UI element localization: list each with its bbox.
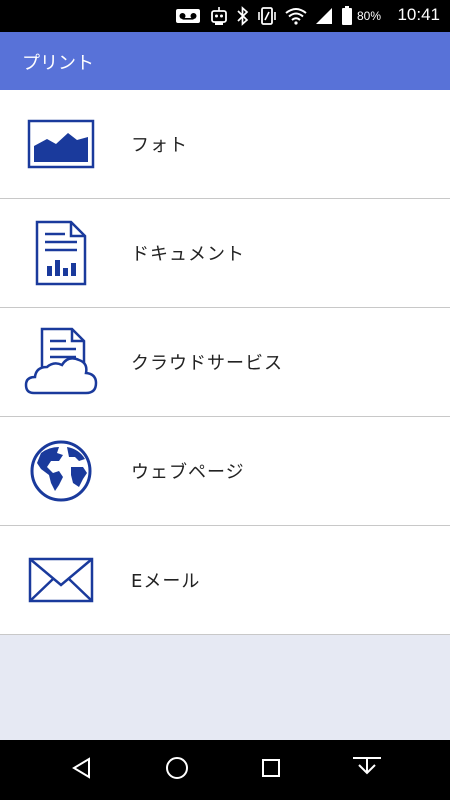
menu-item-label: フォト [131, 135, 188, 156]
app-bar: プリント [0, 32, 450, 90]
menu-item-cloud-service[interactable]: クラウドサービス [0, 308, 450, 417]
home-icon [165, 756, 189, 784]
bluetooth-icon [237, 6, 249, 26]
recents-icon [261, 758, 281, 782]
vibrate-icon [257, 6, 277, 26]
wifi-icon [285, 7, 307, 25]
photo-icon [24, 108, 98, 180]
menu-item-label: Eメール [131, 571, 201, 592]
document-icon [24, 217, 98, 289]
cloud-service-icon [24, 326, 98, 398]
globe-icon [24, 435, 98, 507]
print-menu-list: フォト ドキュメント クラウドサービス ウェブページ Eメール [0, 90, 450, 635]
battery-icon [341, 6, 353, 26]
page-title: プリント [22, 53, 94, 74]
email-icon [24, 544, 98, 616]
clock: 10:41 [397, 5, 440, 24]
voicemail-icon [175, 7, 201, 25]
menu-item-document[interactable]: ドキュメント [0, 199, 450, 308]
status-bar: 80% 10:41 [0, 0, 450, 32]
navigation-bar [0, 740, 450, 800]
back-icon [71, 757, 93, 783]
menu-item-label: ドキュメント [131, 244, 245, 265]
robot-icon [209, 6, 229, 26]
back-button[interactable] [66, 754, 98, 786]
signal-icon [315, 7, 333, 25]
menu-item-email[interactable]: Eメール [0, 526, 450, 635]
status-icons: 80% [175, 4, 381, 28]
menu-item-label: クラウドサービス [131, 353, 283, 374]
hide-keyboard-icon [351, 755, 383, 785]
menu-item-web-page[interactable]: ウェブページ [0, 417, 450, 526]
home-button[interactable] [161, 754, 193, 786]
menu-item-photo[interactable]: フォト [0, 90, 450, 199]
menu-item-label: ウェブページ [131, 462, 245, 483]
battery-percent: 80% [357, 9, 382, 23]
hide-keyboard-button[interactable] [351, 754, 383, 786]
recents-button[interactable] [255, 754, 287, 786]
